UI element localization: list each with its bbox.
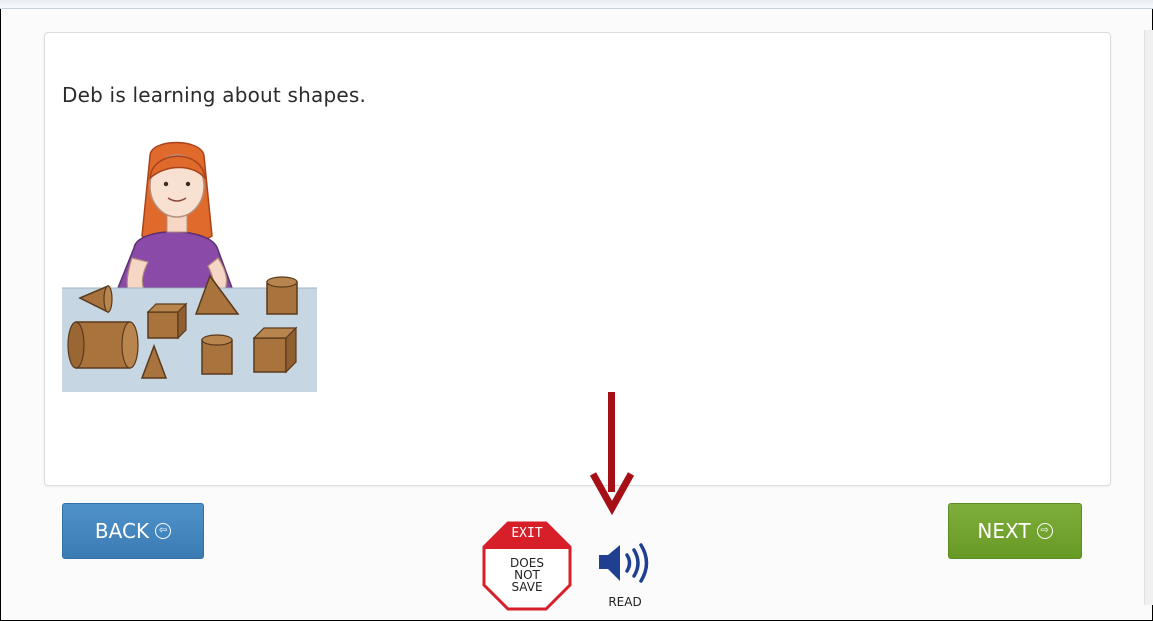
question-text: Deb is learning about shapes. <box>62 83 367 107</box>
read-aloud-button[interactable]: READ <box>597 540 657 610</box>
shapes-illustration <box>62 141 317 392</box>
down-arrow-icon <box>590 392 634 516</box>
back-arrow-icon: ⇦ <box>155 523 172 539</box>
next-button[interactable]: NEXT ⇨ <box>948 503 1082 559</box>
back-label: BACK <box>94 519 150 543</box>
next-label: NEXT <box>977 519 1031 543</box>
next-arrow-icon: ⇨ <box>1036 523 1053 539</box>
speaker-icon <box>599 543 649 583</box>
exit-text: DOES NOT SAVE <box>482 557 572 593</box>
scrollbar[interactable] <box>1144 30 1153 605</box>
exit-line-3: SAVE <box>511 580 543 594</box>
browser-top-strip <box>0 0 1153 9</box>
read-label: READ <box>608 595 642 609</box>
back-button[interactable]: BACK ⇦ <box>62 503 204 559</box>
exit-button[interactable]: EXIT DOES NOT SAVE <box>482 521 572 611</box>
exit-title: EXIT <box>511 526 543 541</box>
